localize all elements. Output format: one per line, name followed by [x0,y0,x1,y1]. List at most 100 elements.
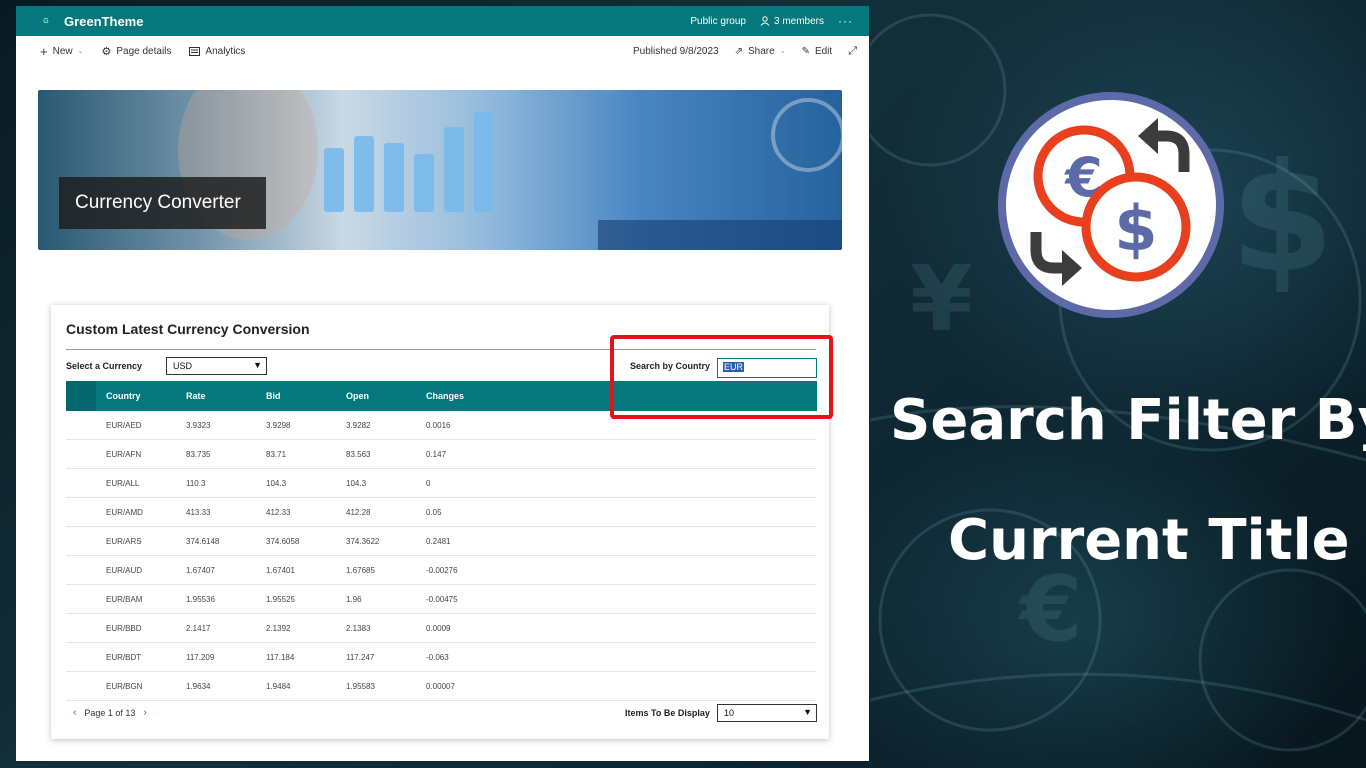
more-icon[interactable]: ··· [838,14,853,28]
table-row[interactable]: EUR/BBD 2.1417 2.1392 2.1383 0.0009 [66,614,817,643]
members-button[interactable]: 3 members [760,16,824,27]
share-button[interactable]: ⇗ Share ⌄ [735,46,786,57]
headline-line-1: Search Filter By [890,388,1366,453]
chevron-down-icon: ⌄ [77,48,84,55]
currency-select-value: USD [173,361,193,371]
cell-changes: 0.147 [426,449,447,459]
table-row[interactable]: EUR/BAM 1.95536 1.95525 1.96 -0.00475 [66,585,817,614]
currency-select[interactable]: USD ▼ [166,357,267,375]
chevron-down-icon: ▼ [803,707,812,717]
hero-banner: Currency Converter [38,90,842,250]
analytics-button[interactable]: Analytics [189,46,245,57]
site-name[interactable]: GreenTheme [64,14,143,29]
cell-bid: 104.3 [266,478,287,488]
cell-changes: 0.00007 [426,681,455,691]
cell-changes: 0 [426,478,431,488]
table-row[interactable]: EUR/BDT 117.209 117.184 117.247 -0.063 [66,643,817,672]
share-label: Share [748,45,775,57]
cell-changes: -0.00276 [426,565,458,575]
cell-open: 117.247 [346,652,375,662]
cell-open: 104.3 [346,478,367,488]
cell-country: EUR/AUD [106,565,143,575]
cell-open: 1.96 [346,594,362,604]
edit-label: Edit [814,45,833,57]
cell-rate: 2.1417 [186,623,211,633]
site-logo[interactable]: G [40,15,52,27]
cell-open: 3.9282 [346,420,371,430]
column-header-open[interactable]: Open [346,381,369,411]
search-highlight-box [610,335,833,419]
chevron-left-icon[interactable]: ‹ [73,707,76,718]
cell-changes: -0.063 [426,652,449,662]
cell-bid: 1.95525 [266,594,295,604]
new-label: New [52,45,73,57]
cell-country: EUR/ARS [106,536,142,546]
chevron-right-icon[interactable]: › [143,707,146,718]
cell-changes: 0.05 [426,507,442,517]
cell-country: EUR/AMD [106,507,143,517]
pagination: ‹ Page 1 of 13 › [73,707,147,718]
cell-country: EUR/BDT [106,652,142,662]
svg-text:$: $ [1114,192,1157,265]
column-header-changes[interactable]: Changes [426,381,464,411]
expand-icon[interactable]: ⤢ [848,45,857,58]
table-row[interactable]: EUR/AUD 1.67407 1.67401 1.67685 -0.00276 [66,556,817,585]
cell-changes: -0.00475 [426,594,458,604]
column-header-country[interactable]: Country [106,381,141,411]
person-icon [760,16,770,26]
chevron-down-icon: ⌄ [779,48,786,55]
currency-exchange-icon: € $ [1030,118,1191,286]
cell-open: 412.28 [346,507,371,517]
cell-country: EUR/AFN [106,449,142,459]
table-row[interactable]: EUR/BGN 1.9634 1.9484 1.95583 0.00007 [66,672,817,701]
cell-open: 83.563 [346,449,371,459]
cell-changes: 0.0016 [426,420,451,430]
group-type-label: Public group [690,15,746,27]
table-row[interactable]: EUR/AMD 413.33 412.33 412.28 0.05 [66,498,817,527]
analytics-icon [189,46,201,56]
page-indicator: Page 1 of 13 [84,707,136,718]
pencil-icon: ✎ [801,45,810,57]
published-status: Published 9/8/2023 [632,45,719,57]
suite-bar: G GreenTheme Public group 3 members ··· [16,6,869,36]
cell-bid: 117.184 [266,652,295,662]
cell-rate: 1.95536 [186,594,215,604]
currency-exchange-logo: € $ [998,92,1224,318]
items-per-page-select[interactable]: 10 ▼ [717,704,817,722]
currency-table-body: EUR/AED 3.9323 3.9298 3.9282 0.0016 EUR/AFN 8… [66,411,817,701]
cell-country: EUR/AED [106,420,142,430]
cell-rate: 110.3 [186,478,206,488]
cell-rate: 1.67407 [186,565,215,575]
cell-open: 1.95583 [346,681,375,691]
items-per-page-label: Items To Be Display [625,708,710,718]
cell-changes: 0.2481 [426,536,451,546]
cell-bid: 83.71 [266,449,287,459]
cell-bid: 1.9484 [266,681,291,691]
cell-bid: 1.67401 [266,565,295,575]
cell-country: EUR/BBD [106,623,142,633]
cell-rate: 117.209 [186,652,215,662]
headline-line-2: Current Title [948,508,1350,573]
items-per-page-value: 10 [724,708,735,718]
table-row[interactable]: EUR/ALL 110.3 104.3 104.3 0 [66,469,817,498]
command-bar: + New ⌄ ⚙ Page details Analytics Publish… [16,36,869,66]
plus-icon: + [40,43,48,59]
column-header-bid[interactable]: Bid [266,381,281,411]
cell-bid: 3.9298 [266,420,291,430]
cell-bid: 412.33 [266,507,291,517]
analytics-label: Analytics [205,45,246,57]
cell-country: EUR/BGN [106,681,143,691]
svg-text:$: $ [1230,132,1334,306]
table-row[interactable]: EUR/ARS 374.6148 374.6058 374.3622 0.2481 [66,527,817,556]
select-currency-label: Select a Currency [66,361,143,371]
cell-open: 1.67685 [346,565,375,575]
cell-open: 374.3622 [346,536,380,546]
page-details-label: Page details [116,45,172,57]
page-details-button[interactable]: ⚙ Page details [101,45,171,58]
table-row[interactable]: EUR/AFN 83.735 83.71 83.563 0.147 [66,440,817,469]
new-button[interactable]: + New ⌄ [40,44,83,59]
cell-rate: 413.33 [186,507,211,517]
column-header-rate[interactable]: Rate [186,381,206,411]
cell-rate: 1.9634 [186,681,211,691]
edit-button[interactable]: ✎ Edit [802,46,833,57]
